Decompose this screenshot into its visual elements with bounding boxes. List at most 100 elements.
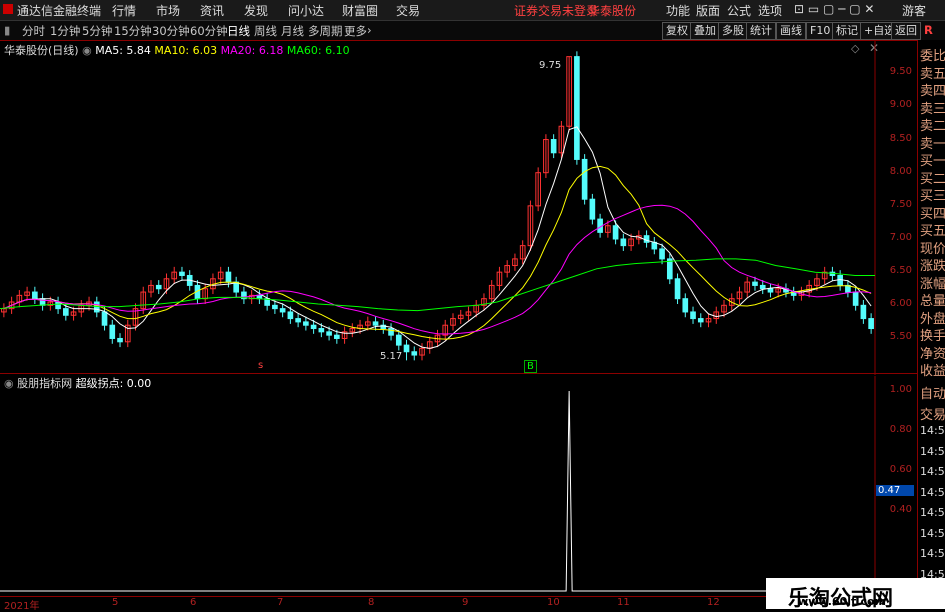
window-control-icons[interactable]: ⊡ ▭ ▢ ─ ▢ ✕ (794, 2, 874, 16)
side-label: 买四 (920, 206, 945, 222)
side-label: 现价 (920, 241, 945, 257)
ma20-line (3, 204, 872, 335)
btn-tongji[interactable]: 统计 (746, 22, 776, 40)
x-tick-label: 5 (112, 597, 119, 608)
candle-body (272, 304, 278, 310)
candle-body (326, 331, 332, 336)
candle-body (55, 301, 61, 310)
candle-body (574, 56, 580, 160)
menu-banmian[interactable]: 版面 (696, 2, 720, 19)
period-multi[interactable]: 多周期 (308, 23, 343, 39)
side-label: 买三 (920, 189, 945, 204)
candle-body (403, 344, 410, 353)
x-tick-label: 9 (462, 597, 469, 608)
candle-body (752, 281, 758, 286)
candle-body (860, 304, 867, 320)
candle-body (388, 328, 394, 336)
side-label: 买五 (920, 224, 945, 239)
menu-gongneng[interactable]: 功能 (666, 2, 690, 19)
side-time-label: 14:56 (920, 465, 945, 478)
period-60min[interactable]: 60分钟 (190, 23, 228, 39)
candle-body (682, 298, 689, 313)
candle-body (117, 337, 123, 343)
menu-gongshi[interactable]: 公式 (727, 2, 751, 19)
login-notice[interactable]: 证券交易未登录 (514, 2, 598, 19)
period-fenshi[interactable]: 分时 (22, 23, 45, 39)
candlestick-chart[interactable] (0, 40, 917, 375)
menu-xuanxiang[interactable]: 选项 (758, 2, 782, 19)
chevron-right-icon[interactable]: › (367, 23, 372, 37)
candle-body (411, 351, 418, 356)
candle-body (303, 321, 309, 326)
side-time-label: 交易 (920, 407, 945, 423)
app-logo-icon (3, 4, 13, 14)
btn-diejia[interactable]: 叠加 (690, 22, 720, 40)
x-tick-label: 8 (368, 597, 375, 608)
candle-body (395, 334, 402, 346)
side-label: 净资 (920, 346, 945, 362)
candle-body (690, 311, 696, 320)
r-label[interactable]: R (924, 23, 933, 37)
price-tick-label: 9.50 (889, 66, 912, 78)
btn-f10[interactable]: F10 (806, 22, 835, 40)
side-label: 卖五 (920, 66, 945, 82)
pin-icon[interactable]: ▮ (4, 23, 10, 37)
low-annotation: 5.17 (380, 351, 403, 362)
x-tick-label: 7 (277, 597, 284, 608)
candle-body (659, 248, 665, 260)
period-monthly[interactable]: 月线 (281, 23, 304, 39)
menu-faxian[interactable]: 发现 (244, 2, 268, 19)
period-daily[interactable]: 日线 (227, 23, 250, 39)
btn-back[interactable]: 返回 (891, 22, 921, 40)
btn-duogu[interactable]: 多股 (718, 22, 748, 40)
candle-body (155, 284, 162, 290)
btn-huaxian[interactable]: 画线 (776, 22, 806, 40)
indicator-tick-label: 1.00 (889, 384, 912, 395)
side-label: 总量 (920, 294, 945, 309)
candle-body (852, 291, 859, 306)
high-annotation: 9.75 (539, 60, 562, 71)
candle-body (225, 271, 232, 283)
period-5min[interactable]: 5分钟 (82, 23, 112, 39)
user-guest[interactable]: 游客 (902, 2, 926, 19)
indicator-tick-label: 0.40 (889, 504, 912, 515)
price-tick-label: 9.00 (889, 99, 912, 111)
period-more[interactable]: 更多 (344, 23, 367, 39)
indicator-line (0, 390, 875, 592)
btn-fuquan[interactable]: 复权 (662, 22, 692, 40)
panel-divider (0, 373, 917, 374)
period-weekly[interactable]: 周线 (254, 23, 277, 39)
price-tick-label: 5.50 (889, 331, 912, 343)
candle-body (109, 324, 116, 339)
side-time-label: 14:56 (920, 444, 945, 458)
side-label: 买二 (920, 171, 945, 187)
stock-name-header: 华泰股份 (588, 4, 637, 18)
menu-bar: 通达信金融终端 行情 市场 资讯 发现 问小达 财富圈 交易 证券交易未登录 华… (0, 0, 945, 21)
candle-body (620, 238, 627, 247)
sell-marker: s (258, 360, 264, 371)
menu-jiaoyi[interactable]: 交易 (396, 2, 420, 19)
btn-biaoji[interactable]: 标记 (832, 22, 862, 40)
menu-shichang[interactable]: 市场 (156, 2, 180, 19)
ma60-line (0, 258, 875, 312)
menu-zixun[interactable]: 资讯 (200, 2, 224, 19)
side-time-label: 14:56 (920, 526, 945, 540)
menu-caifuquan[interactable]: 财富圈 (342, 2, 378, 19)
side-time-label: 14:56 (920, 547, 945, 560)
side-time-label: 14:56 (920, 485, 945, 499)
side-label: 买一 (920, 154, 945, 169)
menu-hangqing[interactable]: 行情 (112, 2, 136, 19)
period-15min[interactable]: 15分钟 (114, 23, 152, 39)
side-label: 卖四 (920, 84, 945, 99)
app-title: 通达信金融终端 (17, 4, 102, 18)
candle-body (287, 311, 294, 320)
side-label: 换手 (920, 329, 945, 344)
period-1min[interactable]: 1分钟 (50, 23, 80, 39)
indicator-chart[interactable] (0, 376, 917, 596)
side-label: 卖三 (920, 101, 945, 117)
candle-body (101, 311, 108, 326)
menu-wenxiaoda[interactable]: 问小达 (288, 2, 324, 19)
quote-side-panel: 委比 卖五 卖四 卖三 卖二 卖一 买一 买二 买三 买四 买五 现价 涨跌 涨幅 总量 外盘 换手 净资 收益 自动… (917, 40, 945, 609)
side-label: 外盘 (920, 311, 945, 327)
period-30min[interactable]: 30分钟 (152, 23, 190, 39)
